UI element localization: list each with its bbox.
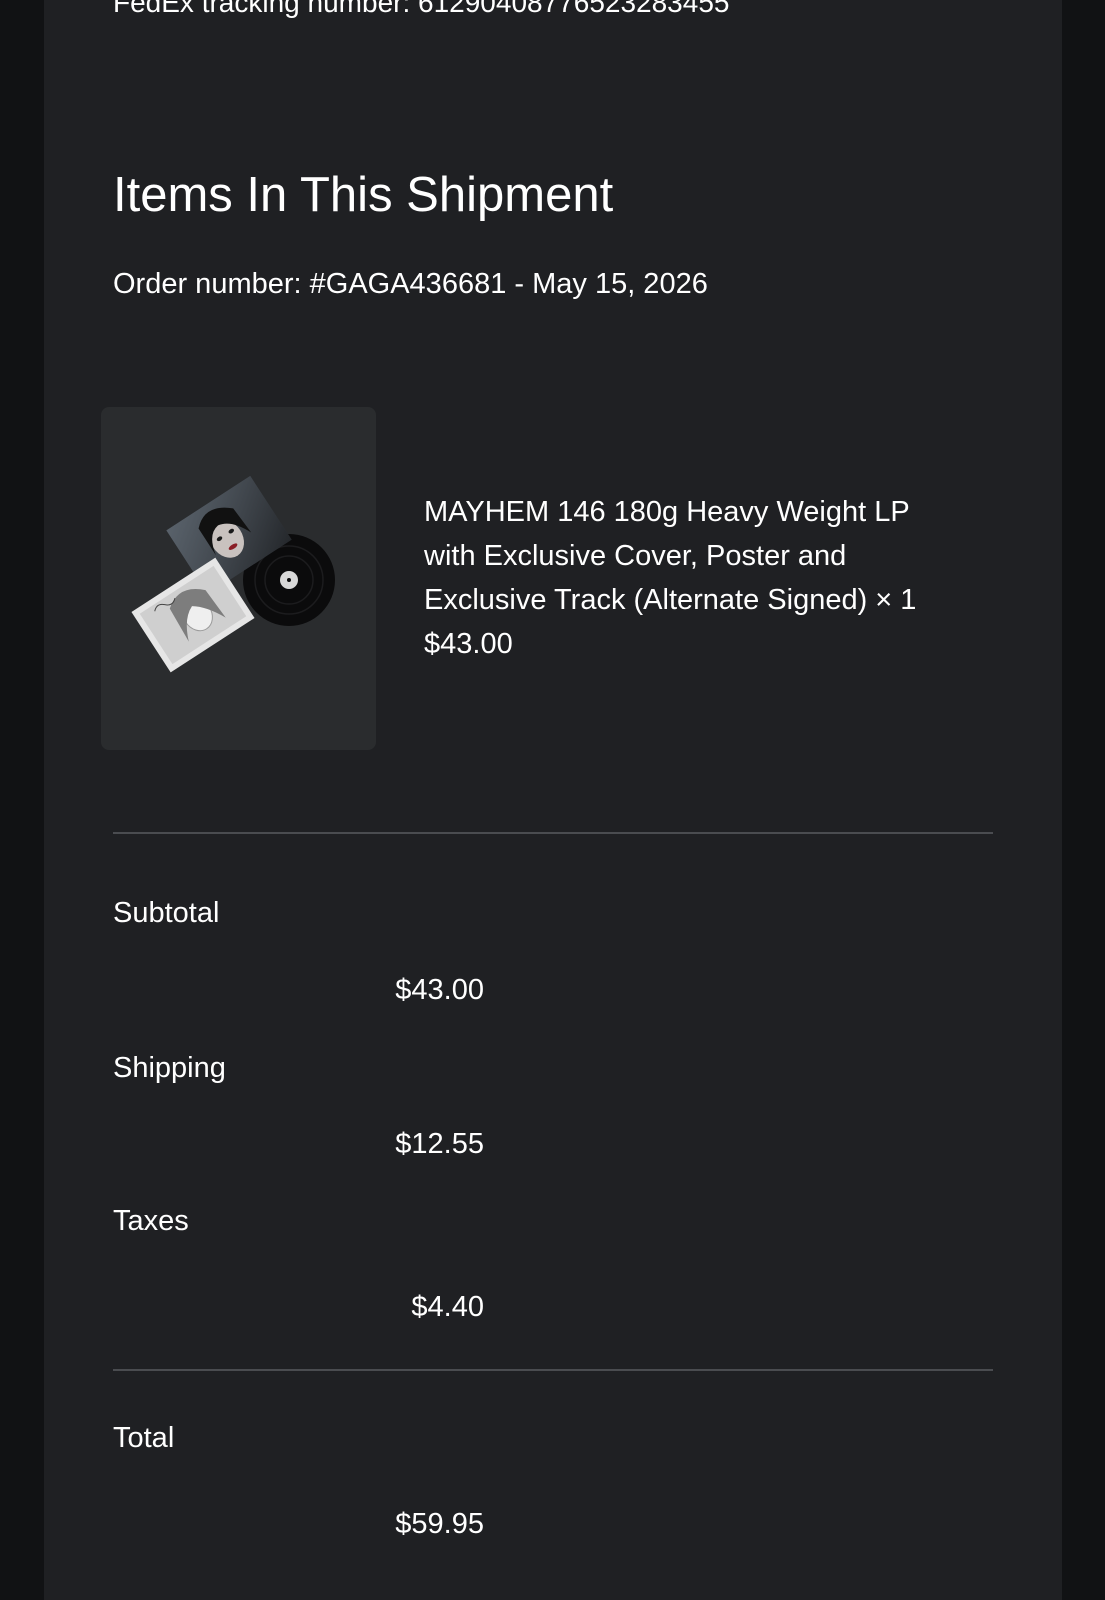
subtotal-value: $43.00 <box>395 974 484 1006</box>
product-price: $43.00 <box>424 628 513 660</box>
product-image-graphic <box>131 475 335 673</box>
shipping-label: Shipping <box>113 1052 226 1084</box>
product-name-line-2[interactable]: with Exclusive Cover, Poster and <box>424 534 984 578</box>
subtotal-label: Subtotal <box>113 897 220 929</box>
product-image[interactable] <box>101 407 376 750</box>
taxes-value: $4.40 <box>411 1291 484 1323</box>
total-value: $59.95 <box>395 1508 484 1540</box>
shipment-email-card: FedEx tracking number: 61290408776523283… <box>44 0 1062 1600</box>
product-name-line-3[interactable]: Exclusive Track (Alternate Signed) × 1 <box>424 578 984 622</box>
taxes-label: Taxes <box>113 1205 189 1237</box>
shipping-value: $12.55 <box>395 1128 484 1160</box>
divider-top <box>113 832 993 834</box>
total-label: Total <box>113 1422 175 1454</box>
product-info: MAYHEM 146 180g Heavy Weight LP with Exc… <box>424 490 984 666</box>
section-title: Items In This Shipment <box>113 168 614 222</box>
product-name-line-1[interactable]: MAYHEM 146 180g Heavy Weight LP <box>424 490 984 534</box>
order-number-line: Order number: #GAGA436681 - May 15, 2026 <box>113 268 708 300</box>
tracking-number-text[interactable]: FedEx tracking number: 61290408776523283… <box>113 0 729 20</box>
divider-bottom <box>113 1369 993 1371</box>
